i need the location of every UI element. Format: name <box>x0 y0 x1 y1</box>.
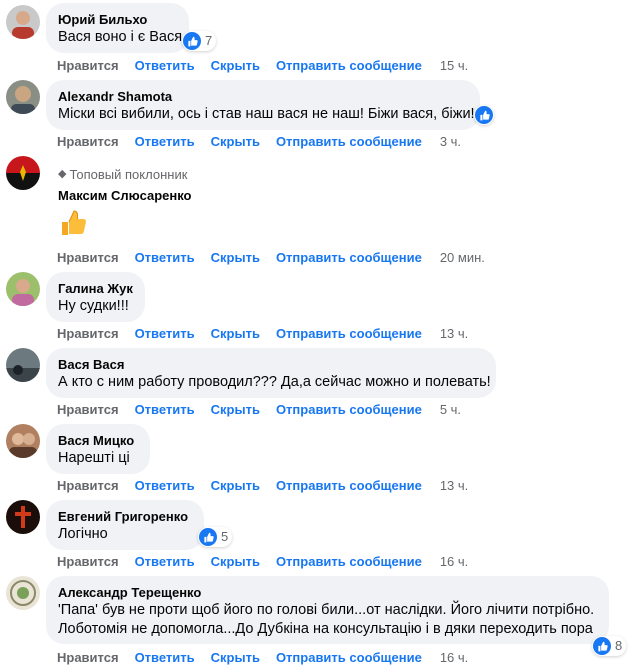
hide-button[interactable]: Скрыть <box>211 650 260 665</box>
comment-actions: Нравится Ответить Скрыть Отправить сообщ… <box>57 478 484 493</box>
comment-text: Міски всі вибили, ось і став наш вася не… <box>58 106 475 122</box>
hide-button[interactable]: Скрыть <box>211 554 260 569</box>
diamond-icon: ◆ <box>58 168 67 180</box>
like-button[interactable]: Нравится <box>57 554 119 569</box>
send-message-button[interactable]: Отправить сообщение <box>276 478 422 493</box>
reply-button[interactable]: Ответить <box>135 402 195 417</box>
comment-actions: Нравится Ответить Скрыть Отправить сообщ… <box>57 650 484 665</box>
like-icon <box>475 106 493 124</box>
comment-bubble: Вася Мицко Нарешті ці <box>46 424 150 474</box>
comment-text: А кто с ним работу проводил??? Да,а сейч… <box>58 374 491 390</box>
hide-button[interactable]: Скрыть <box>211 326 260 341</box>
reaction-count: 5 <box>221 529 229 544</box>
comment-actions: Нравится Ответить Скрыть Отправить сообщ… <box>57 58 484 73</box>
avatar[interactable] <box>6 576 40 610</box>
comment-author[interactable]: Вася Мицко <box>58 432 138 449</box>
comment-author[interactable]: Галина Жук <box>58 280 133 297</box>
comment-author[interactable]: Вася Вася <box>58 356 484 373</box>
comment-author[interactable]: Максим Слюсаренко <box>58 187 204 204</box>
top-fan-badge: ◆ Топовый поклонник <box>58 166 204 183</box>
comment-author[interactable]: Александр Терещенко <box>58 584 597 601</box>
hide-button[interactable]: Скрыть <box>211 478 260 493</box>
avatar[interactable] <box>6 156 40 190</box>
comment-actions: Нравится Ответить Скрыть Отправить сообщ… <box>57 326 484 341</box>
avatar[interactable] <box>6 424 40 458</box>
hide-button[interactable]: Скрыть <box>211 58 260 73</box>
comment-text: Логічно <box>58 526 108 542</box>
avatar[interactable] <box>6 80 40 114</box>
comment-text: Ну судки!!! <box>58 298 129 314</box>
comment-text: Вася воно і є Вася. <box>58 29 187 45</box>
like-icon <box>199 528 217 546</box>
reply-button[interactable]: Ответить <box>135 250 195 265</box>
timestamp[interactable]: 13 ч. <box>440 478 468 493</box>
send-message-button[interactable]: Отправить сообщение <box>276 326 422 341</box>
timestamp[interactable]: 16 ч. <box>440 650 468 665</box>
reaction-summary[interactable]: 8 <box>592 636 627 656</box>
comment-bubble: Alexandr Shamota Міски всі вибили, ось і… <box>46 80 480 130</box>
reply-button[interactable]: Ответить <box>135 650 195 665</box>
timestamp[interactable]: 13 ч. <box>440 326 468 341</box>
like-button[interactable]: Нравится <box>57 478 119 493</box>
reaction-summary[interactable] <box>474 105 494 125</box>
comment-author[interactable]: Юрий Бильхо <box>58 11 177 28</box>
send-message-button[interactable]: Отправить сообщение <box>276 250 422 265</box>
reaction-count: 8 <box>615 638 623 653</box>
comment-actions: Нравится Ответить Скрыть Отправить сообщ… <box>57 250 501 265</box>
comment-text: Нарешті ці <box>58 450 130 466</box>
reaction-summary[interactable]: 5 <box>198 527 233 547</box>
comment-author[interactable]: Alexandr Shamota <box>58 88 468 105</box>
comment-actions: Нравится Ответить Скрыть Отправить сообщ… <box>57 402 477 417</box>
comment-bubble: ◆ Топовый поклонник Максим Слюсаренко <box>46 158 216 208</box>
send-message-button[interactable]: Отправить сообщение <box>276 134 422 149</box>
send-message-button[interactable]: Отправить сообщение <box>276 58 422 73</box>
badge-label: Топовый поклонник <box>69 167 188 182</box>
like-button[interactable]: Нравится <box>57 402 119 417</box>
reply-button[interactable]: Ответить <box>135 134 195 149</box>
send-message-button[interactable]: Отправить сообщение <box>276 402 422 417</box>
avatar[interactable] <box>6 500 40 534</box>
like-button[interactable]: Нравится <box>57 58 119 73</box>
thumbs-up-emoji <box>62 210 86 235</box>
timestamp[interactable]: 15 ч. <box>440 58 468 73</box>
comment-text: Лоботомія не допомогла...До Дубкіна на к… <box>58 621 593 637</box>
send-message-button[interactable]: Отправить сообщение <box>276 554 422 569</box>
hide-button[interactable]: Скрыть <box>211 134 260 149</box>
avatar[interactable] <box>6 5 40 39</box>
comment-actions: Нравится Ответить Скрыть Отправить сообщ… <box>57 554 484 569</box>
reply-button[interactable]: Ответить <box>135 58 195 73</box>
like-button[interactable]: Нравится <box>57 250 119 265</box>
like-icon <box>593 637 611 655</box>
reaction-count: 7 <box>205 33 213 48</box>
reply-button[interactable]: Ответить <box>135 326 195 341</box>
reply-button[interactable]: Ответить <box>135 554 195 569</box>
comment-bubble: Евгений Григоренко Логічно <box>46 500 204 550</box>
like-icon <box>183 32 201 50</box>
timestamp[interactable]: 16 ч. <box>440 554 468 569</box>
like-button[interactable]: Нравится <box>57 134 119 149</box>
hide-button[interactable]: Скрыть <box>211 250 260 265</box>
avatar[interactable] <box>6 272 40 306</box>
send-message-button[interactable]: Отправить сообщение <box>276 650 422 665</box>
timestamp[interactable]: 3 ч. <box>440 134 461 149</box>
comment-bubble: Юрий Бильхо Вася воно і є Вася. <box>46 3 189 53</box>
comment-actions: Нравится Ответить Скрыть Отправить сообщ… <box>57 134 477 149</box>
comment-author[interactable]: Евгений Григоренко <box>58 508 192 525</box>
reply-button[interactable]: Ответить <box>135 478 195 493</box>
comment-bubble: Галина Жук Ну судки!!! <box>46 272 145 322</box>
comment-bubble: Вася Вася А кто с ним работу проводил???… <box>46 348 496 398</box>
avatar[interactable] <box>6 348 40 382</box>
like-button[interactable]: Нравится <box>57 650 119 665</box>
comment-text: 'Папа' був не проти щоб його по голові б… <box>58 602 595 618</box>
timestamp[interactable]: 20 мин. <box>440 250 485 265</box>
reaction-summary[interactable]: 7 <box>182 31 217 51</box>
timestamp[interactable]: 5 ч. <box>440 402 461 417</box>
hide-button[interactable]: Скрыть <box>211 402 260 417</box>
comment-bubble: Александр Терещенко 'Папа' був не проти … <box>46 576 609 644</box>
like-button[interactable]: Нравится <box>57 326 119 341</box>
